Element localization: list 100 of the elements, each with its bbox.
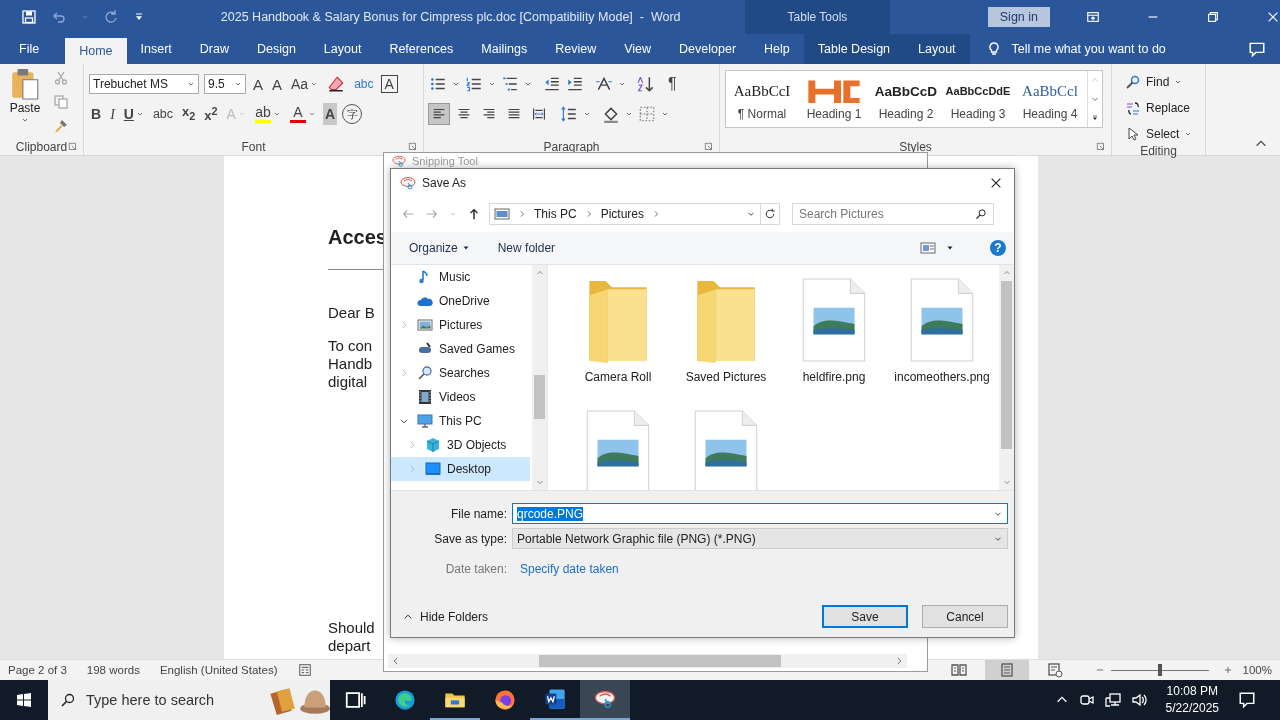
bold-button[interactable]: B [89,103,104,125]
launcher-icon[interactable] [68,142,78,152]
replace-button[interactable]: Replace [1117,98,1200,118]
superscript-button[interactable]: x$^{2}$ [202,103,220,125]
numbering-button[interactable] [465,75,483,93]
decrease-indent-button[interactable] [543,75,561,93]
file-name[interactable]: incomeothers.png [894,369,990,385]
sign-in-button[interactable]: Sign in [987,7,1050,27]
paste-button[interactable]: Paste [5,68,45,138]
find-button[interactable]: Find [1117,72,1200,92]
font-color-button[interactable]: A [287,103,318,125]
date-link[interactable]: Specify date taken [520,561,619,576]
save-button[interactable]: Save [822,605,908,628]
ribbon-tab[interactable]: Developer [665,34,751,64]
asian-layout-button[interactable] [595,75,613,93]
zoom-slider[interactable] [1110,664,1209,676]
font-size-field[interactable]: 9.5 [204,74,246,94]
subscript-button[interactable]: x$_{2}$ [180,103,198,125]
clear-formatting-button[interactable] [327,75,346,93]
image-file-icon[interactable] [909,277,975,363]
word-count[interactable]: 198 words [86,664,140,676]
ribbon-tab[interactable]: Mailings [467,34,542,64]
ribbon-tab[interactable]: Layout [904,34,970,64]
image-file-icon[interactable] [585,409,651,490]
save-type-dropdown[interactable]: Portable Network Graphic file (PNG) (*.PNG) [512,528,1008,549]
file-name[interactable]: Saved Pictures [678,369,774,385]
folder-tree-item[interactable]: Saved Games [391,337,530,361]
character-border-button[interactable]: A [380,75,398,93]
style-item[interactable]: AaBbCcD Heading 2 [870,71,942,127]
ribbon-display-icon[interactable] [1086,10,1100,24]
ribbon-tab[interactable]: View [610,34,666,64]
launcher-icon[interactable] [704,142,714,152]
organize-button[interactable]: Organize [409,241,470,255]
change-case-button[interactable]: Aa [289,73,321,95]
print-layout-button[interactable] [984,660,1029,680]
line-spacing-button[interactable] [560,105,578,123]
underline-button[interactable]: U [121,103,146,125]
folder-tree-item[interactable]: Music [391,265,530,289]
folder-tree-item[interactable]: This PC [391,409,530,433]
scroll-thumb[interactable] [539,655,781,667]
save-icon[interactable] [21,9,37,25]
redo-icon[interactable] [103,9,119,25]
ribbon-tab[interactable]: Design [242,34,310,64]
align-left-button[interactable] [429,104,449,124]
file-name[interactable]: heldfire.png [786,369,882,385]
more-styles-icon[interactable] [1091,113,1099,122]
taskbar-app-button[interactable] [580,680,630,720]
chevron-icon[interactable] [399,416,409,426]
bullets-button[interactable] [429,75,447,93]
ribbon-tab[interactable]: References [375,34,468,64]
ribbon-tab[interactable]: Review [541,34,611,64]
ribbon-tab[interactable]: File [0,34,54,64]
tell-me-search[interactable]: Tell me what you want to do [1011,42,1166,56]
help-button[interactable]: ? [990,240,1006,256]
scroll-left-icon[interactable] [391,656,401,666]
image-file-icon[interactable] [801,277,867,363]
character-shading-button[interactable]: A [322,103,338,125]
vertical-scrollbar[interactable] [532,265,547,490]
highlight-button[interactable]: ab [252,103,283,125]
zoom-level[interactable]: 100% [1242,664,1272,676]
launcher-icon[interactable] [1096,142,1106,152]
caret-icon[interactable] [946,244,954,252]
folder-tree-item[interactable]: OneDrive [391,289,530,313]
folder-tree-item[interactable]: Searches [391,361,530,385]
strikethrough-button[interactable]: abc [150,103,176,125]
page-count[interactable]: Page 2 of 3 [8,664,67,676]
style-item[interactable]: AaBbCcDdE Heading 3 [942,71,1014,127]
ribbon-tab[interactable]: Draw [185,34,243,64]
phonetic-guide-button[interactable]: abc [352,73,376,95]
comment-icon[interactable] [1248,40,1266,58]
language-status[interactable]: English (United States) [159,664,278,676]
select-button[interactable]: Select [1117,124,1200,144]
scroll-thumb[interactable] [534,375,545,419]
image-file-icon[interactable] [693,409,759,490]
multilevel-list-button[interactable] [501,75,519,93]
sort-button[interactable] [637,75,655,93]
file-name[interactable]: Camera Roll [570,369,666,385]
increase-indent-button[interactable] [566,75,584,93]
cancel-button[interactable]: Cancel [922,605,1008,628]
folder-tree-item[interactable]: Videos [391,385,530,409]
ribbon-tab[interactable]: Help [750,34,804,64]
style-item[interactable]: AaBbCcl Heading 4 [1014,71,1086,127]
taskbar-search-field[interactable]: Type here to search [48,680,330,720]
ribbon-tab[interactable]: Layout [309,34,376,64]
style-item[interactable]: Heading 1 [798,71,870,127]
notification-icon[interactable] [1238,691,1256,709]
folder-tree-item[interactable]: 3D Objects [391,433,530,457]
shading-button[interactable] [602,105,620,123]
refresh-button[interactable] [760,203,780,225]
format-painter-icon[interactable] [53,118,69,134]
ribbon-tab[interactable]: Home [65,38,127,64]
folder-tree-item[interactable]: Desktop [391,457,530,481]
new-folder-button[interactable]: New folder [497,241,556,255]
ribbon-tab[interactable]: Insert [126,34,186,64]
horizontal-scrollbar[interactable] [388,654,907,668]
proofing-icon[interactable] [297,663,312,677]
style-item[interactable]: AaBbCcI ¶ Normal [726,71,798,127]
camera-icon[interactable] [1078,692,1095,708]
italic-button[interactable]: I [108,103,117,125]
network-icon[interactable] [1104,692,1121,708]
